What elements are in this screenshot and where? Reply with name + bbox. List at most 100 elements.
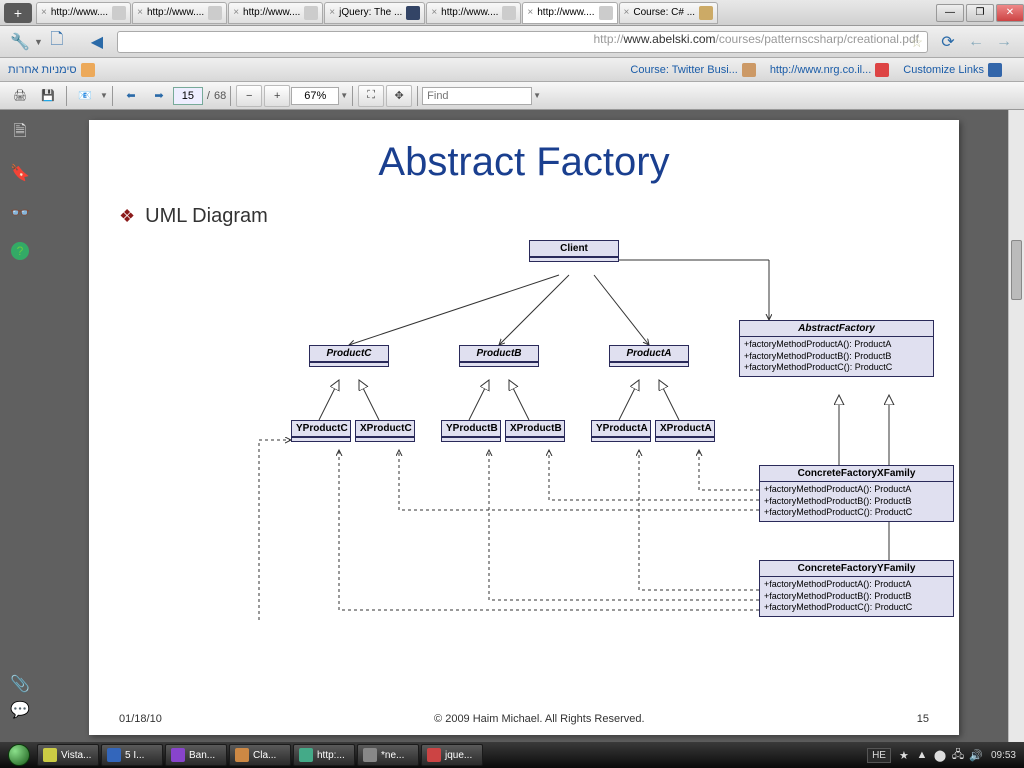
tab-2[interactable]: ×http://www....: [228, 2, 323, 24]
favicon-icon: [599, 6, 613, 20]
help-icon[interactable]: ?: [11, 242, 29, 260]
uml-box-concreteY: ConcreteFactoryYFamily +factoryMethodPro…: [759, 560, 954, 617]
bookmark-item[interactable]: http://www.nrg.co.il...: [770, 63, 889, 77]
pdf-aux-icons: 📎 💬: [10, 666, 32, 718]
nav-back-button[interactable]: ←: [964, 30, 988, 54]
scrollbar-thumb[interactable]: [1011, 240, 1022, 300]
favicon-icon: [208, 6, 222, 20]
maximize-button[interactable]: ❐: [966, 4, 994, 22]
fit-width-button[interactable]: ⛶: [358, 85, 384, 107]
app-icon: [427, 748, 441, 762]
close-icon[interactable]: ×: [329, 7, 335, 18]
prev-page-button[interactable]: ⬅: [118, 85, 144, 107]
print-button[interactable]: 🖨: [7, 85, 33, 107]
windows-logo-icon: [8, 744, 30, 766]
favicon-icon: [406, 6, 420, 20]
nav-forward-button[interactable]: →: [992, 30, 1016, 54]
slide-bullet: ❖ UML Diagram: [119, 205, 929, 228]
comment-icon[interactable]: 💬: [10, 700, 32, 718]
taskbar: Vista... 5 I... Ban... Cla... http:... *…: [0, 742, 1024, 768]
start-button[interactable]: [2, 742, 36, 768]
task-item[interactable]: Vista...: [37, 744, 99, 766]
zoom-in-button[interactable]: +: [264, 85, 290, 107]
favicon-icon: [304, 6, 318, 20]
tray-icon[interactable]: ★: [897, 748, 911, 762]
close-window-button[interactable]: ✕: [996, 4, 1024, 22]
close-icon[interactable]: ×: [431, 7, 437, 18]
close-icon[interactable]: ×: [527, 7, 533, 18]
uml-box-client: Client: [529, 240, 619, 262]
url-bar: 🔧 ▼ 🗋 ◀ http://www.abelski.com/courses/p…: [0, 26, 1024, 58]
task-item[interactable]: 5 I...: [101, 744, 163, 766]
favicon-icon: [699, 6, 713, 20]
mail-button[interactable]: 📧: [72, 85, 98, 107]
uml-box-productB: ProductB: [459, 345, 539, 367]
bookmark-star-icon[interactable]: ☆: [910, 34, 923, 51]
pdf-page[interactable]: Abstract Factory ❖ UML Diagram: [89, 120, 959, 735]
uml-box-yProductC: YProductC: [291, 420, 351, 442]
task-item[interactable]: http:...: [293, 744, 355, 766]
fit-page-button[interactable]: ✥: [386, 85, 412, 107]
app-icon: [363, 748, 377, 762]
slide-title: Abstract Factory: [119, 140, 929, 185]
bookmark-other-folder[interactable]: סימניות אחרות: [8, 63, 95, 77]
task-item[interactable]: Ban...: [165, 744, 227, 766]
minimize-button[interactable]: —: [936, 4, 964, 22]
system-tray: HE ★ ▲ ⬤ 🖧 🔊 09:53: [863, 748, 1022, 763]
new-tab-button[interactable]: +: [4, 3, 32, 23]
favicon-icon: [742, 63, 756, 77]
uml-box-yProductA: YProductA: [591, 420, 651, 442]
close-icon[interactable]: ×: [624, 7, 630, 18]
uml-diagram: Client ProductC ProductB ProductA YProdu…: [199, 230, 979, 670]
tray-icon[interactable]: ▲: [915, 748, 929, 762]
task-item[interactable]: *ne...: [357, 744, 419, 766]
back-button[interactable]: ◀: [85, 30, 109, 54]
pages-panel-icon[interactable]: 🗎: [9, 122, 31, 144]
tray-icon[interactable]: ⬤: [933, 748, 947, 762]
tab-1[interactable]: ×http://www....: [132, 2, 227, 24]
address-bar[interactable]: http://www.abelski.com/courses/patternsc…: [117, 31, 928, 53]
page-number-input[interactable]: [173, 87, 203, 105]
volume-icon[interactable]: 🔊: [969, 748, 983, 762]
tab-4[interactable]: ×http://www....: [426, 2, 521, 24]
language-indicator[interactable]: HE: [867, 748, 891, 763]
tab-5[interactable]: ×http://www....: [522, 2, 617, 24]
find-input[interactable]: [422, 87, 532, 105]
close-icon[interactable]: ×: [233, 7, 239, 18]
tab-0[interactable]: ×http://www....: [36, 2, 131, 24]
save-button[interactable]: 💾: [35, 85, 61, 107]
diamond-icon: ❖: [119, 206, 135, 227]
bookmarks-panel-icon[interactable]: 🔖: [9, 162, 31, 184]
favicon-icon: [112, 6, 126, 20]
vertical-scrollbar[interactable]: [1008, 110, 1024, 742]
page-icon[interactable]: 🗋: [45, 30, 69, 54]
task-item[interactable]: jque...: [421, 744, 483, 766]
uml-box-xProductB: XProductB: [505, 420, 565, 442]
uml-box-yProductB: YProductB: [441, 420, 501, 442]
wrench-icon[interactable]: 🔧: [8, 30, 32, 54]
tab-3[interactable]: ×jQuery: The ...: [324, 2, 425, 24]
clock[interactable]: 09:53: [991, 750, 1016, 761]
bookmarks-bar: סימניות אחרות Course: Twitter Busi... ht…: [0, 58, 1024, 82]
bookmark-item[interactable]: Customize Links: [903, 63, 1002, 77]
uml-box-productA: ProductA: [609, 345, 689, 367]
bookmark-item[interactable]: Course: Twitter Busi...: [630, 63, 755, 77]
tab-6[interactable]: ×Course: C# ...: [619, 2, 719, 24]
reload-button[interactable]: ⟳: [936, 30, 960, 54]
layers-panel-icon[interactable]: 👓: [9, 202, 31, 224]
close-icon[interactable]: ×: [41, 7, 47, 18]
pdf-sidebar: 🗎 🔖 👓 ?: [0, 110, 40, 742]
attachment-icon[interactable]: 📎: [10, 674, 32, 692]
uml-box-concreteX: ConcreteFactoryXFamily +factoryMethodPro…: [759, 465, 954, 522]
favicon-icon: [988, 63, 1002, 77]
zoom-input[interactable]: [291, 87, 339, 105]
favicon-icon: [875, 63, 889, 77]
task-item[interactable]: Cla...: [229, 744, 291, 766]
uml-box-xProductC: XProductC: [355, 420, 415, 442]
next-page-button[interactable]: ➡: [146, 85, 172, 107]
network-icon[interactable]: 🖧: [951, 748, 965, 762]
favicon-icon: [502, 6, 516, 20]
zoom-out-button[interactable]: −: [236, 85, 262, 107]
footer-page: 15: [917, 713, 929, 725]
close-icon[interactable]: ×: [137, 7, 143, 18]
